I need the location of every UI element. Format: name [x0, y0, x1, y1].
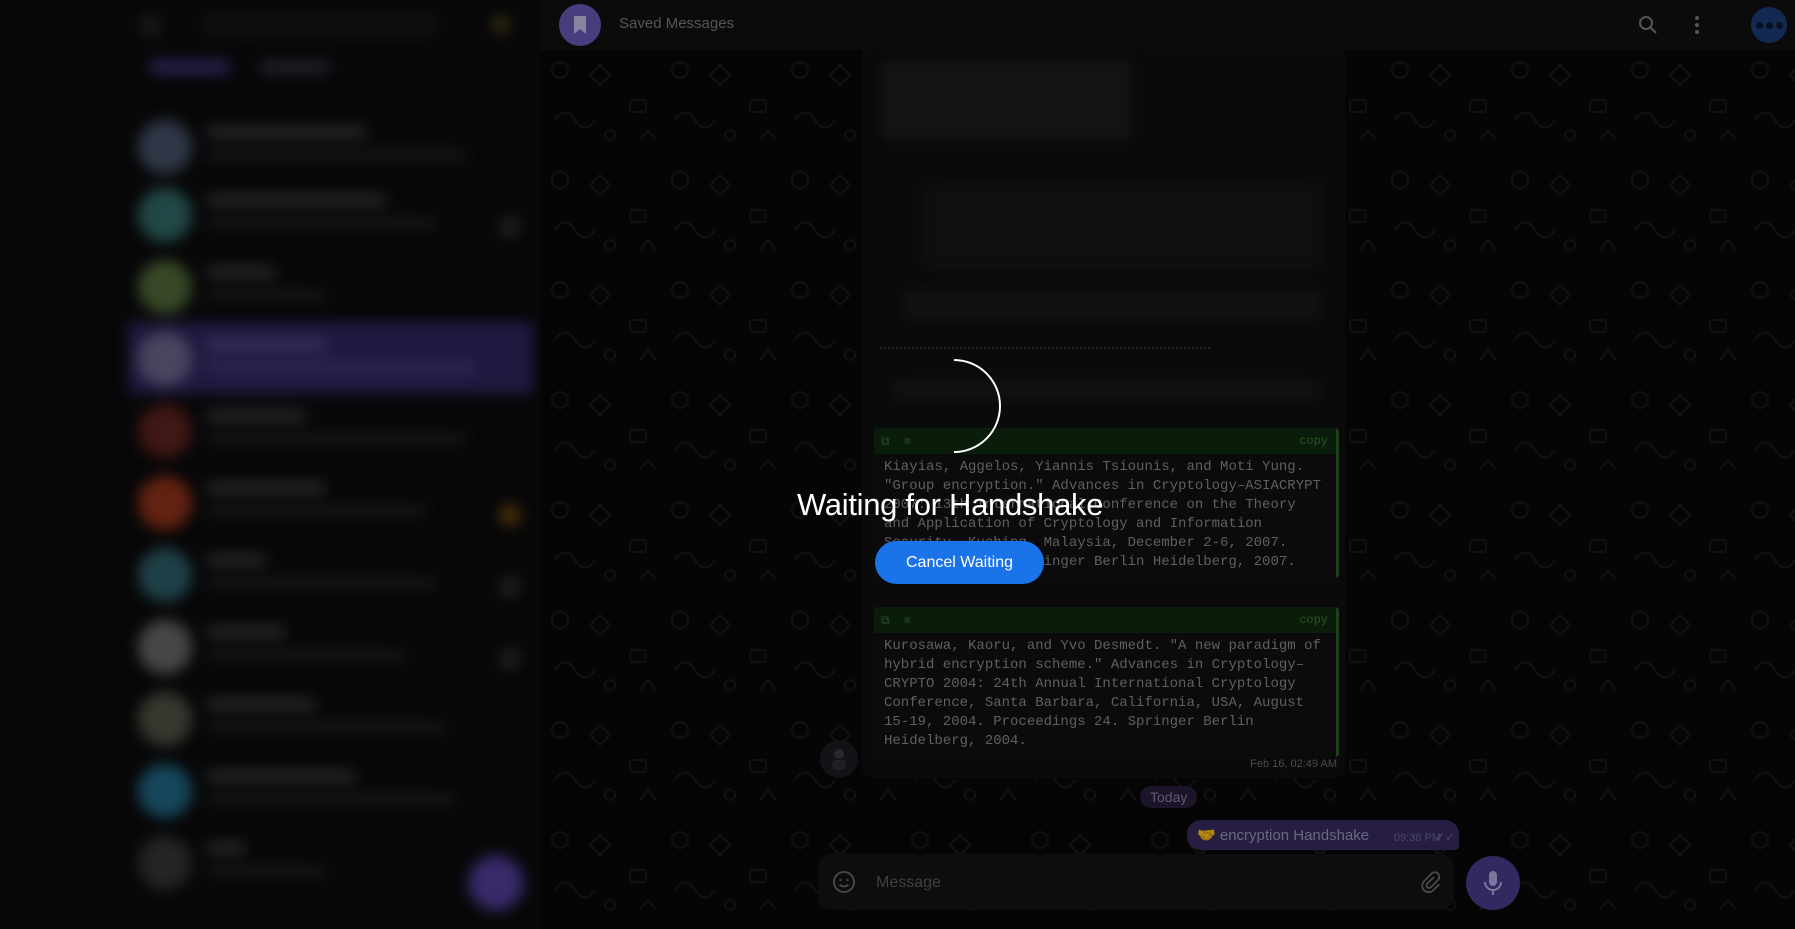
modal-backdrop	[0, 0, 1795, 929]
waiting-title: Waiting for Handshake	[797, 487, 1104, 522]
cancel-waiting-button[interactable]: Cancel Waiting	[875, 541, 1044, 584]
loading-spinner-icon	[953, 359, 1001, 453]
